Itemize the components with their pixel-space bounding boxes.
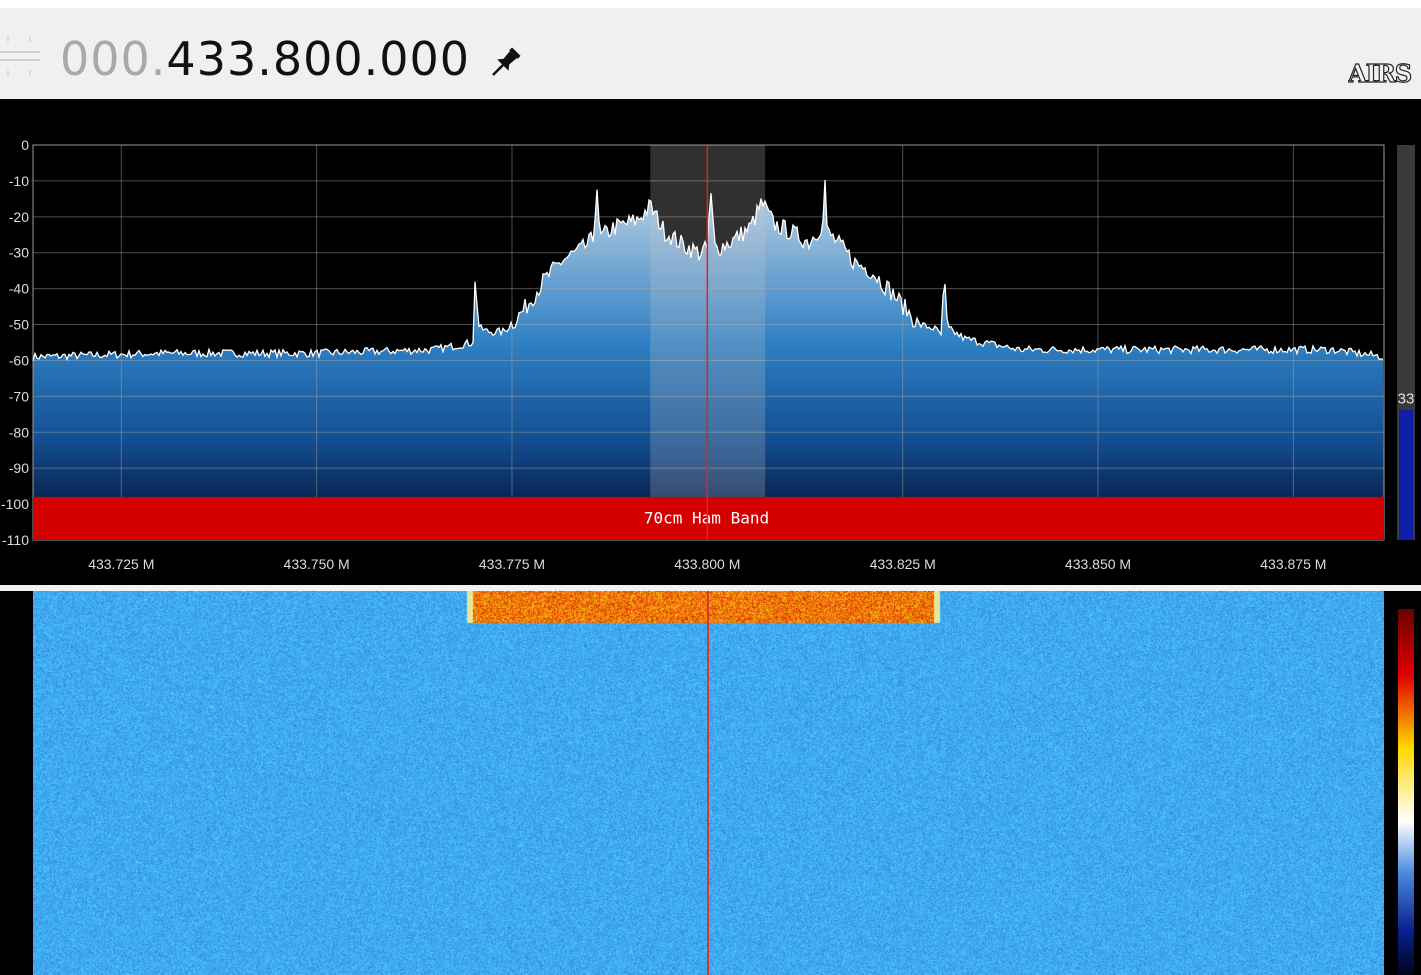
x-tick-label: 433.725 M bbox=[88, 556, 154, 572]
level-meter-fill bbox=[1399, 409, 1413, 540]
y-tick-label: -30 bbox=[9, 245, 29, 261]
y-tick-label: -20 bbox=[9, 209, 29, 225]
level-meter[interactable]: 33 bbox=[1397, 145, 1415, 540]
x-tick-label: 433.825 M bbox=[870, 556, 936, 572]
x-tick-label: 433.875 M bbox=[1260, 556, 1326, 572]
y-tick-label: -60 bbox=[9, 352, 29, 368]
drag-grip-icon[interactable] bbox=[0, 28, 44, 84]
frequency-leading-digits[interactable]: 000. bbox=[60, 32, 166, 86]
y-tick-label: -50 bbox=[9, 317, 29, 333]
frequency-display[interactable]: 000.433.800.000 bbox=[60, 28, 470, 90]
y-tick-label: -90 bbox=[9, 460, 29, 476]
y-tick-label: -10 bbox=[9, 173, 29, 189]
waterfall-overlay bbox=[707, 591, 1414, 975]
y-tick-label: -70 bbox=[9, 388, 29, 404]
x-tick-label: 433.775 M bbox=[479, 556, 545, 572]
y-tick-label: -40 bbox=[9, 281, 29, 297]
window-top-strip bbox=[0, 0, 1421, 8]
y-tick-label: -100 bbox=[1, 496, 29, 512]
airspy-logo: AIRS bbox=[1348, 58, 1413, 88]
waterfall-color-scale bbox=[1398, 609, 1414, 975]
y-tick-label: -80 bbox=[9, 424, 29, 440]
level-meter-value: 33 bbox=[1398, 391, 1415, 408]
band-plan-layer: 70cm Ham Band bbox=[33, 496, 1384, 540]
x-tick-label: 433.800 M bbox=[674, 556, 740, 572]
y-tick-label: 0 bbox=[21, 137, 29, 153]
spectrum-display[interactable]: 70cm Ham Band 0 -10 -20 -30 -40 -50 -60 -70 -80 -… bbox=[0, 99, 1421, 585]
x-tick-label: 433.750 M bbox=[284, 556, 350, 572]
x-tick-label: 433.850 M bbox=[1065, 556, 1131, 572]
frequency-active-digits[interactable]: 433.800.000 bbox=[166, 32, 470, 86]
pin-icon[interactable] bbox=[486, 44, 524, 82]
y-tick-label: -110 bbox=[2, 532, 29, 548]
svg-text:AIRS: AIRS bbox=[1348, 59, 1411, 88]
band-plan-label: 70cm Ham Band bbox=[644, 508, 769, 527]
